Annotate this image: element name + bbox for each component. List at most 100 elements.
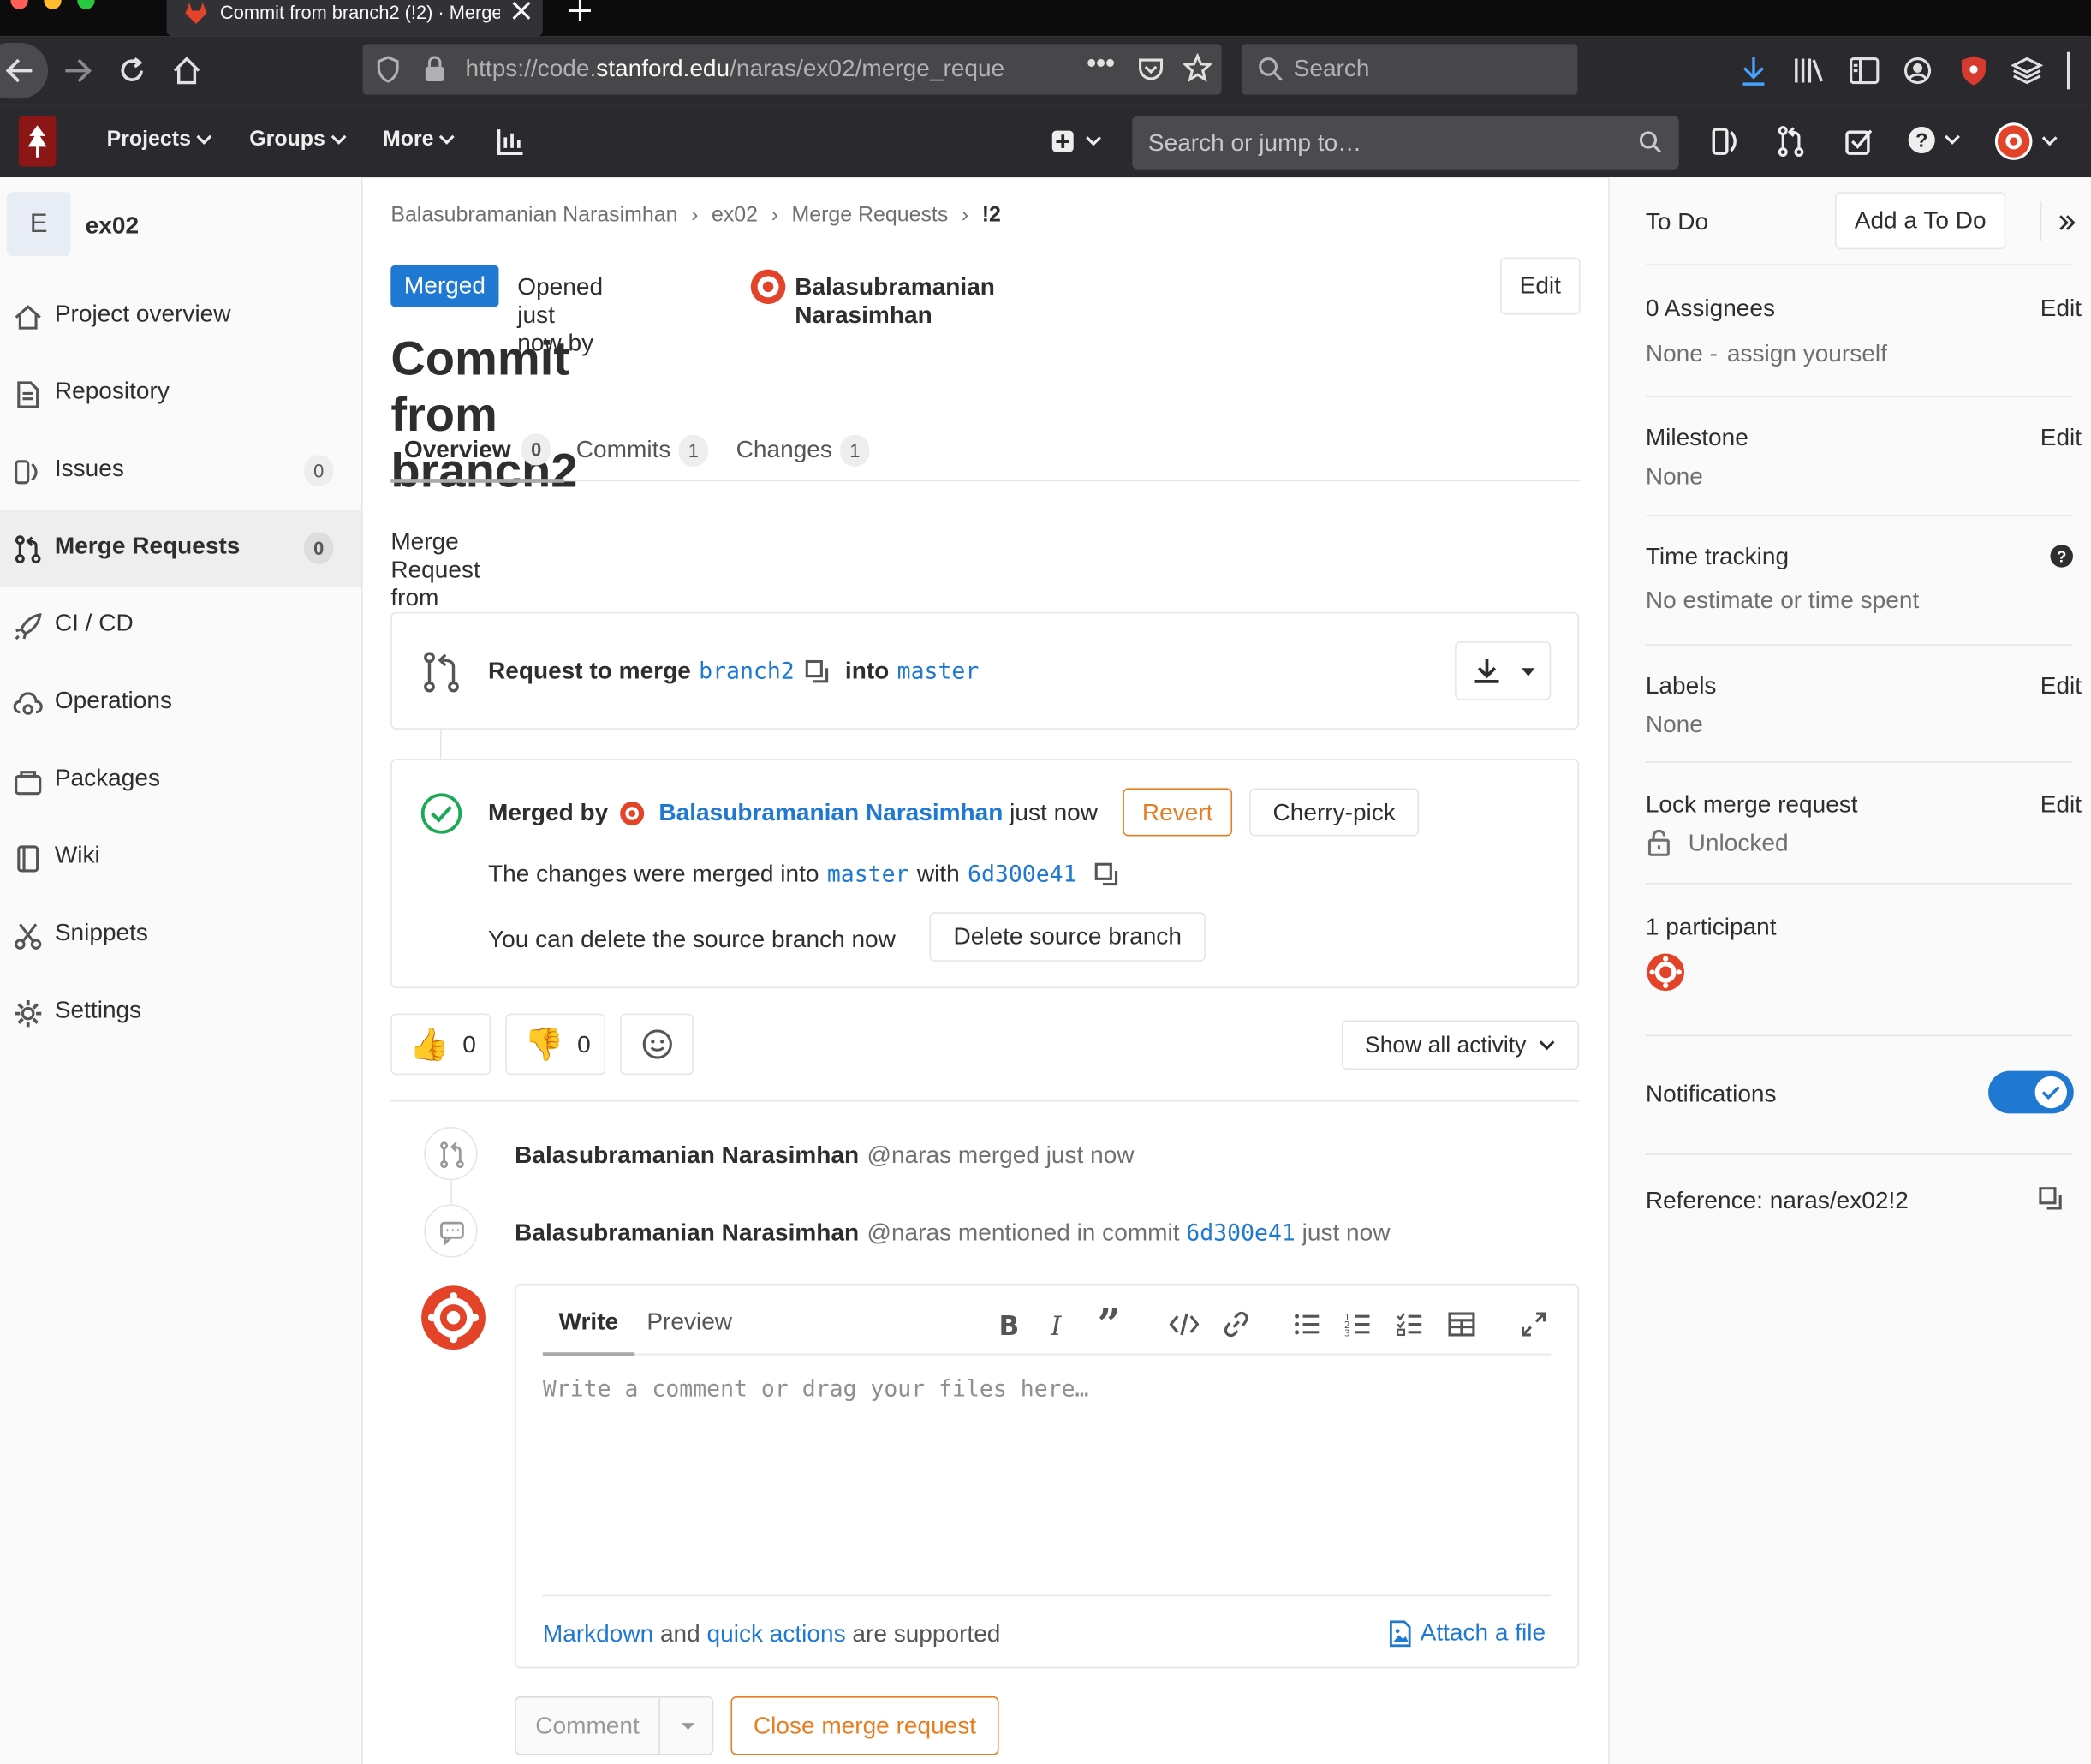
sidebar-item-wiki[interactable]: Wiki: [0, 819, 361, 896]
help-dropdown[interactable]: ?: [1907, 125, 1960, 154]
activity-filter-dropdown[interactable]: Show all activity: [1341, 1020, 1579, 1070]
code-icon[interactable]: [1169, 1312, 1200, 1336]
breadcrumb-owner[interactable]: Balasubramanian Narasimhan: [390, 204, 677, 228]
new-tab-icon[interactable]: [567, 0, 593, 24]
tab-overview[interactable]: Overview 0: [390, 420, 564, 483]
sidebar-toggle-icon[interactable]: [1849, 56, 1880, 85]
close-window-button[interactable]: [10, 0, 28, 9]
gitlab-search-input[interactable]: Search or jump to…: [1132, 116, 1679, 170]
activity-author[interactable]: Balasubramanian Narasimhan: [515, 1219, 859, 1247]
sidebar-item-project-overview[interactable]: Project overview: [0, 277, 361, 355]
close-tab-icon[interactable]: [510, 0, 532, 21]
numbered-list-icon[interactable]: 123: [1344, 1311, 1371, 1338]
sidebar-item-packages[interactable]: Packages: [0, 742, 361, 819]
shield-icon[interactable]: [376, 56, 400, 83]
collapse-sidebar-icon[interactable]: [2058, 215, 2076, 231]
labels-edit-link[interactable]: Edit: [2040, 672, 2082, 700]
add-todo-button[interactable]: Add a To Do: [1834, 192, 2006, 250]
edit-mr-button[interactable]: Edit: [1500, 257, 1581, 315]
source-branch-link[interactable]: branch2: [699, 659, 795, 685]
url-bar[interactable]: https://code. stanford.edu/naras/ex02/mer…: [362, 44, 1222, 95]
quick-actions-link[interactable]: quick actions: [707, 1620, 846, 1648]
thumbs-down-button[interactable]: 👎 0: [505, 1013, 606, 1076]
author-name[interactable]: Balasubramanian Narasimhan: [795, 273, 995, 329]
merged-branch-link[interactable]: master: [827, 861, 909, 887]
sidebar-item-snippets[interactable]: Snippets: [0, 897, 361, 974]
new-item-dropdown[interactable]: [1051, 129, 1101, 153]
lock-edit-link[interactable]: Edit: [2040, 791, 2082, 819]
revert-button[interactable]: Revert: [1123, 788, 1233, 837]
quote-icon[interactable]: ”: [1098, 1302, 1121, 1349]
activity-author[interactable]: Balasubramanian Narasimhan: [515, 1141, 859, 1170]
cherry-pick-button[interactable]: Cherry-pick: [1249, 788, 1420, 837]
zoom-window-button[interactable]: [77, 0, 95, 9]
italic-icon[interactable]: I: [1051, 1309, 1061, 1341]
author-avatar[interactable]: [749, 268, 787, 306]
sidebar-item-operations[interactable]: Operations: [0, 664, 361, 742]
milestone-edit-link[interactable]: Edit: [2040, 424, 2082, 452]
target-branch-link[interactable]: master: [897, 659, 980, 685]
thumbs-up-button[interactable]: 👍 0: [390, 1013, 491, 1076]
merge-request-icon[interactable]: [1776, 125, 1805, 157]
browser-search-box[interactable]: Search: [1241, 44, 1578, 95]
copy-icon[interactable]: [2039, 1187, 2063, 1211]
sidebar-item-merge-requests[interactable]: Merge Requests 0: [0, 509, 362, 587]
attach-file-button[interactable]: Attach a file: [1388, 1619, 1546, 1648]
tab-commits[interactable]: Commits 1: [576, 420, 708, 480]
commit-sha-link[interactable]: 6d300e41: [968, 861, 1077, 887]
pocket-icon[interactable]: [1136, 55, 1165, 84]
assignees-edit-link[interactable]: Edit: [2040, 295, 2082, 323]
comment-textarea[interactable]: Write a comment or drag your files here…: [543, 1376, 1551, 1589]
copy-icon[interactable]: [805, 659, 829, 683]
comment-type-dropdown[interactable]: [661, 1698, 712, 1754]
library-icon[interactable]: [1792, 56, 1824, 85]
avatar[interactable]: [619, 800, 646, 826]
nav-more[interactable]: More: [383, 128, 455, 152]
breadcrumb-merge-requests[interactable]: Merge Requests: [791, 204, 948, 228]
merger-link[interactable]: Balasubramanian Narasimhan: [658, 799, 1003, 827]
close-merge-request-button[interactable]: Close merge request: [730, 1696, 999, 1755]
sidebar-item-settings[interactable]: Settings: [0, 974, 361, 1051]
assign-yourself-link[interactable]: assign yourself: [1727, 340, 1887, 368]
comment-button[interactable]: Comment: [516, 1697, 660, 1754]
home-icon[interactable]: [170, 55, 202, 86]
nav-projects[interactable]: Projects: [107, 128, 212, 152]
notifications-toggle[interactable]: [1988, 1070, 2074, 1114]
project-avatar[interactable]: E: [6, 192, 71, 257]
layers-icon[interactable]: [2011, 55, 2043, 86]
help-icon[interactable]: ?: [2050, 544, 2074, 568]
account-icon[interactable]: [1903, 56, 1932, 85]
breadcrumb-current[interactable]: !2: [982, 204, 1001, 228]
delete-source-branch-button[interactable]: Delete source branch: [929, 912, 1206, 962]
todo-check-icon[interactable]: [1844, 127, 1874, 156]
add-reaction-button[interactable]: [620, 1013, 694, 1076]
table-icon[interactable]: [1448, 1311, 1475, 1338]
tab-write[interactable]: Write: [542, 1302, 634, 1356]
download-icon[interactable]: [1739, 55, 1768, 86]
fullscreen-icon[interactable]: [1520, 1311, 1546, 1338]
user-menu[interactable]: [1993, 122, 2058, 162]
nav-groups[interactable]: Groups: [249, 128, 347, 152]
project-name[interactable]: ex02: [86, 212, 139, 241]
activity-commit-link[interactable]: 6d300e41: [1186, 1219, 1296, 1246]
bold-icon[interactable]: B: [998, 1309, 1019, 1341]
link-icon[interactable]: [1223, 1311, 1249, 1338]
participant-avatar[interactable]: [1646, 952, 1686, 992]
current-user-avatar[interactable]: [420, 1284, 487, 1351]
bookmark-star-icon[interactable]: [1183, 53, 1212, 83]
bullet-list-icon[interactable]: [1294, 1312, 1320, 1336]
stanford-logo[interactable]: [18, 116, 57, 167]
overflow-menu-icon[interactable]: [2066, 51, 2070, 90]
page-actions-icon[interactable]: •••: [1087, 50, 1115, 80]
minimize-window-button[interactable]: [44, 0, 62, 9]
markdown-link[interactable]: Markdown: [543, 1620, 653, 1648]
url-text[interactable]: https://code. stanford.edu/naras/ex02/mer…: [466, 55, 1026, 83]
breadcrumb-project[interactable]: ex02: [712, 204, 758, 228]
forward-arrow-icon[interactable]: [63, 57, 92, 84]
tab-changes[interactable]: Changes 1: [736, 420, 870, 480]
back-button[interactable]: [0, 42, 49, 99]
download-dropdown-button[interactable]: [1455, 641, 1552, 700]
sidebar-item-issues[interactable]: Issues 0: [0, 432, 361, 510]
extension-shield-icon[interactable]: [1960, 55, 1987, 86]
tab-preview[interactable]: Preview: [646, 1302, 732, 1342]
